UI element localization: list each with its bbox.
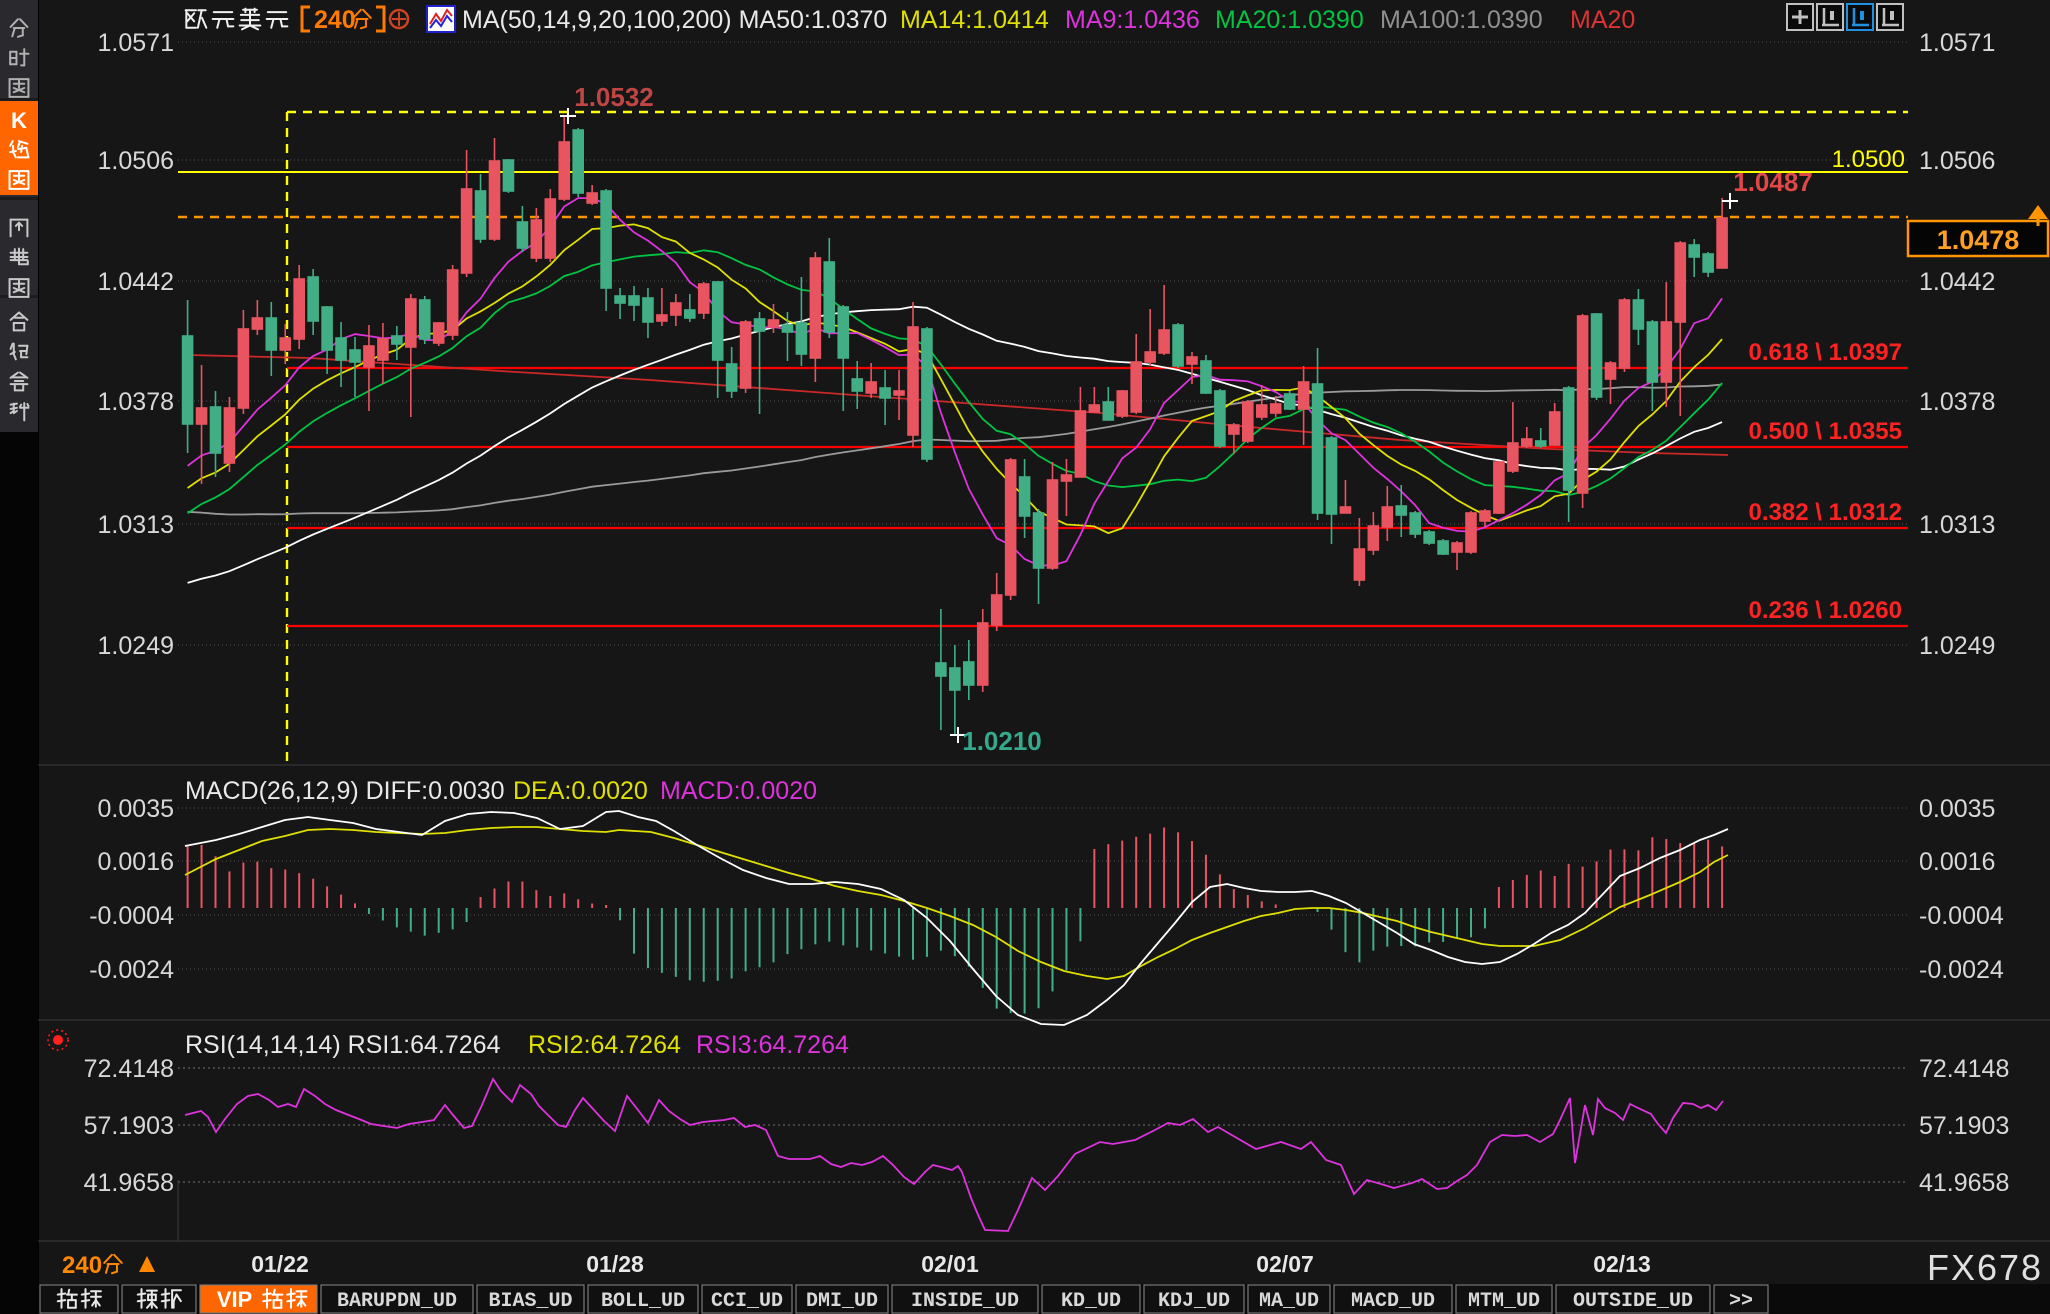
- svg-text:1.0249: 1.0249: [1919, 632, 1995, 660]
- svg-text:MA_UD: MA_UD: [1259, 1290, 1319, 1313]
- svg-text:0.0035: 0.0035: [98, 795, 174, 823]
- svg-text:0.0016: 0.0016: [98, 848, 174, 876]
- svg-text:41.9658: 41.9658: [84, 1169, 174, 1197]
- svg-text:-0.0024: -0.0024: [1919, 956, 2004, 984]
- svg-text:MTM_UD: MTM_UD: [1468, 1290, 1540, 1313]
- svg-text:0.618 \ 1.0397: 0.618 \ 1.0397: [1749, 339, 1902, 366]
- svg-text:MACD:0.0020: MACD:0.0020: [660, 777, 817, 805]
- svg-text:01/28: 01/28: [586, 1251, 644, 1277]
- svg-text:RSI2:64.7264: RSI2:64.7264: [528, 1031, 681, 1059]
- svg-text:OUTSIDE_UD: OUTSIDE_UD: [1573, 1290, 1693, 1313]
- svg-text:INSIDE_UD: INSIDE_UD: [911, 1290, 1019, 1313]
- svg-text:KD_UD: KD_UD: [1061, 1290, 1121, 1313]
- svg-text:1.0532: 1.0532: [574, 82, 654, 112]
- svg-text:0.0016: 0.0016: [1919, 848, 1995, 876]
- svg-text:VIP: VIP: [217, 1287, 252, 1312]
- svg-text:1.0506: 1.0506: [98, 147, 174, 175]
- svg-text:02/13: 02/13: [1593, 1251, 1651, 1277]
- svg-text:BIAS_UD: BIAS_UD: [488, 1290, 572, 1313]
- svg-text:BOLL_UD: BOLL_UD: [601, 1290, 685, 1313]
- svg-text:1.0313: 1.0313: [1919, 511, 1995, 539]
- svg-text:DMI_UD: DMI_UD: [806, 1290, 878, 1313]
- svg-text:02/01: 02/01: [921, 1251, 979, 1277]
- svg-text:CCI_UD: CCI_UD: [711, 1290, 783, 1313]
- svg-text:MACD(26,12,9) DIFF:0.0030: MACD(26,12,9) DIFF:0.0030: [185, 777, 505, 805]
- svg-text:01/22: 01/22: [251, 1251, 309, 1277]
- svg-text:1.0313: 1.0313: [98, 511, 174, 539]
- svg-text:1.0442: 1.0442: [1919, 268, 1995, 296]
- svg-text:RSI3:64.7264: RSI3:64.7264: [696, 1031, 849, 1059]
- svg-text:DEA:0.0020: DEA:0.0020: [513, 777, 648, 805]
- svg-text:-0.0024: -0.0024: [89, 956, 174, 984]
- svg-text:MA9:1.0436: MA9:1.0436: [1065, 6, 1200, 34]
- svg-text:240: 240: [62, 1252, 102, 1279]
- svg-text:57.1903: 57.1903: [1919, 1112, 2009, 1140]
- svg-text:-0.0004: -0.0004: [1919, 902, 2004, 930]
- svg-text:240: 240: [314, 6, 356, 34]
- svg-text:MACD_UD: MACD_UD: [1351, 1290, 1435, 1313]
- svg-text:0.236 \ 1.0260: 0.236 \ 1.0260: [1749, 597, 1902, 624]
- svg-text:BARUPDN_UD: BARUPDN_UD: [337, 1290, 457, 1313]
- svg-text:MA100:1.0390: MA100:1.0390: [1380, 6, 1543, 34]
- svg-text:57.1903: 57.1903: [84, 1112, 174, 1140]
- svg-text:1.0378: 1.0378: [1919, 388, 1995, 416]
- svg-text:FX678: FX678: [1927, 1247, 2043, 1288]
- svg-text:1.0571: 1.0571: [1919, 29, 1995, 57]
- svg-text:41.9658: 41.9658: [1919, 1169, 2009, 1197]
- svg-text:72.4148: 72.4148: [84, 1055, 174, 1083]
- svg-text:0.500 \ 1.0355: 0.500 \ 1.0355: [1749, 418, 1902, 445]
- svg-text:MA20: MA20: [1570, 6, 1635, 34]
- svg-text:1.0571: 1.0571: [98, 29, 174, 57]
- svg-text:0.0035: 0.0035: [1919, 795, 1995, 823]
- svg-text:72.4148: 72.4148: [1919, 1055, 2009, 1083]
- svg-text:0.382 \ 1.0312: 0.382 \ 1.0312: [1749, 499, 1902, 526]
- svg-text:MA20:1.0390: MA20:1.0390: [1215, 6, 1364, 34]
- svg-text:1.0506: 1.0506: [1919, 147, 1995, 175]
- svg-text:1.0478: 1.0478: [1937, 225, 2020, 255]
- svg-text:RSI(14,14,14) RSI1:64.7264: RSI(14,14,14) RSI1:64.7264: [185, 1031, 501, 1059]
- svg-text:1.0378: 1.0378: [98, 388, 174, 416]
- svg-text:1.0500: 1.0500: [1832, 146, 1905, 173]
- svg-text:>>: >>: [1729, 1290, 1753, 1313]
- svg-text:1.0249: 1.0249: [98, 632, 174, 660]
- svg-text:1.0487: 1.0487: [1733, 167, 1813, 197]
- svg-text:MA14:1.0414: MA14:1.0414: [900, 6, 1049, 34]
- svg-text:KDJ_UD: KDJ_UD: [1158, 1290, 1230, 1313]
- svg-text:02/07: 02/07: [1256, 1251, 1314, 1277]
- svg-text:1.0442: 1.0442: [98, 268, 174, 296]
- svg-text:1.0210: 1.0210: [962, 726, 1042, 756]
- svg-text:MA(50,14,9,20,100,200) MA50:1.: MA(50,14,9,20,100,200) MA50:1.0370: [462, 6, 887, 34]
- svg-text:-0.0004: -0.0004: [89, 902, 174, 930]
- svg-text:K: K: [11, 108, 27, 133]
